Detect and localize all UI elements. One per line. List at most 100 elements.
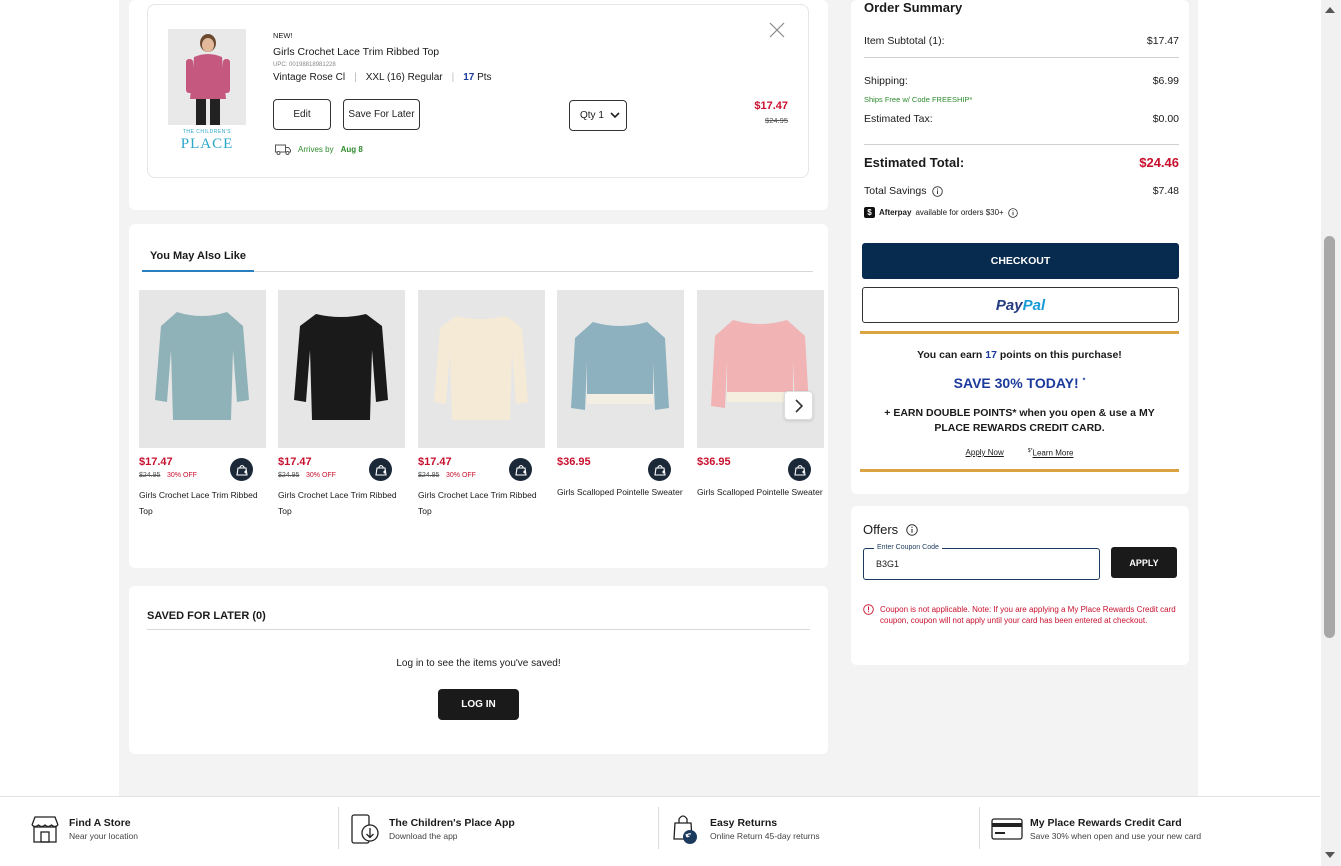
shipping-label: Shipping: bbox=[864, 75, 908, 87]
product-thumbnail[interactable] bbox=[418, 290, 545, 448]
savings-row: Total Savings $7.48 bbox=[864, 185, 1179, 197]
afterpay-brand: Afterpay bbox=[879, 208, 912, 217]
add-to-bag-button[interactable] bbox=[369, 458, 392, 481]
product-price: $36.95 bbox=[557, 456, 591, 468]
product-price: $36.95 bbox=[697, 456, 731, 468]
rewards-bottom-border bbox=[860, 469, 1179, 472]
brand-logo: THE CHILDREN'S PLACE bbox=[180, 129, 234, 152]
footer-subtitle: Online Return 45-day returns bbox=[710, 830, 820, 841]
scroll-up-arrow-icon[interactable] bbox=[1324, 6, 1336, 14]
returns-bag-icon bbox=[673, 814, 697, 844]
footer-app[interactable]: The Children's Place App Download the ap… bbox=[350, 797, 515, 860]
add-to-bag-button[interactable] bbox=[230, 458, 253, 481]
product-name[interactable]: Girls Crochet Lace Trim Ribbed Top bbox=[273, 46, 439, 58]
product-was-price: $24.95 bbox=[278, 472, 300, 479]
add-to-bag-button[interactable] bbox=[509, 458, 532, 481]
footer-subtitle: Near your location bbox=[69, 830, 138, 841]
product-discount: 30% OFF bbox=[167, 472, 197, 479]
product-card[interactable]: $17.47 $24.95 30% OFF Girls Crochet Lace… bbox=[139, 290, 266, 516]
product-card[interactable]: $17.47 $24.95 30% OFF Girls Crochet Lace… bbox=[418, 290, 545, 516]
attr-divider: | bbox=[451, 72, 455, 83]
tab-active-indicator bbox=[142, 270, 254, 272]
product-was-price: $24.95 bbox=[418, 472, 440, 479]
info-icon[interactable] bbox=[932, 185, 944, 197]
product-name[interactable]: Girls Scalloped Pointelle Sweater bbox=[557, 484, 684, 500]
product-discount: 30% OFF bbox=[306, 472, 336, 479]
saved-login-message: Log in to see the items you've saved! bbox=[396, 658, 561, 669]
product-image[interactable] bbox=[168, 29, 246, 125]
footer-title: The Children's Place App bbox=[389, 816, 515, 829]
cart-item: THE CHILDREN'S PLACE NEW! Girls Crochet … bbox=[147, 4, 809, 178]
product-upc: UPC: 00198818981228 bbox=[273, 62, 336, 68]
product-card[interactable]: $36.95 Girls Scalloped Pointelle Sweater bbox=[697, 290, 824, 497]
product-card[interactable]: $36.95 Girls Scalloped Pointelle Sweater bbox=[557, 290, 684, 497]
item-price: $17.47 bbox=[754, 100, 788, 112]
info-icon[interactable] bbox=[1007, 207, 1018, 218]
new-badge: NEW! bbox=[273, 31, 293, 40]
coupon-label: Enter Coupon Code bbox=[874, 544, 942, 551]
carousel-next-button[interactable] bbox=[784, 391, 813, 420]
product-thumbnail[interactable] bbox=[697, 290, 824, 448]
footer-divider bbox=[338, 807, 339, 849]
tax-value: $0.00 bbox=[1152, 113, 1179, 125]
footer-title: My Place Rewards Credit Card bbox=[1030, 816, 1182, 829]
product-name[interactable]: Girls Scalloped Pointelle Sweater bbox=[697, 484, 824, 500]
info-icon[interactable] bbox=[906, 523, 918, 536]
apply-now-link[interactable]: Apply Now bbox=[966, 448, 1004, 458]
item-was-price: $24.95 bbox=[765, 116, 788, 125]
order-summary-card: Order Summary Item Subtotal (1): $17.47 … bbox=[851, 0, 1189, 494]
add-to-bag-button[interactable] bbox=[648, 458, 671, 481]
footer-find-store[interactable]: Find A Store Near your location bbox=[30, 797, 138, 860]
savings-label: Total Savings bbox=[864, 185, 927, 197]
product-price: $17.47 bbox=[418, 456, 452, 468]
close-icon[interactable] bbox=[768, 21, 786, 39]
product-price: $17.47 bbox=[278, 456, 312, 468]
paypal-logo-pal: Pal bbox=[1022, 296, 1046, 314]
footer-title: Easy Returns bbox=[710, 816, 778, 829]
footer-title: Find A Store bbox=[69, 816, 131, 829]
add-to-bag-button[interactable] bbox=[788, 458, 811, 481]
login-button[interactable]: LOG IN bbox=[438, 689, 519, 720]
subtotal-value: $17.47 bbox=[1146, 35, 1179, 47]
quantity-select[interactable]: Qty 1 bbox=[569, 100, 627, 131]
scrollbar-thumb[interactable] bbox=[1324, 236, 1335, 638]
product-thumbnail[interactable] bbox=[278, 290, 405, 448]
footer-returns[interactable]: Easy Returns Online Return 45-day return… bbox=[672, 797, 820, 860]
saved-for-later-card: SAVED FOR LATER (0) Log in to see the it… bbox=[129, 586, 828, 754]
arrival-info: Arrives by Aug 8 bbox=[275, 144, 363, 155]
afterpay-text: available for orders $30+ bbox=[915, 208, 1004, 217]
coupon-error-message: Coupon is not applicable. Note: If you a… bbox=[880, 605, 1176, 625]
checkout-button[interactable]: CHECKOUT bbox=[862, 243, 1179, 279]
save-for-later-button[interactable]: Save For Later bbox=[343, 99, 420, 130]
product-thumbnail[interactable] bbox=[139, 290, 266, 448]
product-name[interactable]: Girls Crochet Lace Trim Ribbed Top bbox=[278, 487, 405, 519]
product-name[interactable]: Girls Crochet Lace Trim Ribbed Top bbox=[418, 487, 545, 519]
footer-credit-card[interactable]: My Place Rewards Credit Card Save 30% wh… bbox=[991, 797, 1201, 860]
bag-add-icon bbox=[793, 464, 806, 476]
page-scrollbar[interactable] bbox=[1321, 0, 1341, 866]
total-label: Estimated Total: bbox=[864, 155, 965, 170]
coupon-input[interactable]: Enter Coupon Code B3G1 bbox=[863, 544, 1100, 580]
tab-you-may-also-like[interactable]: You May Also Like bbox=[150, 250, 246, 262]
attr-divider: | bbox=[354, 72, 357, 83]
paypal-button[interactable]: Pay Pal bbox=[862, 287, 1179, 323]
savings-value: $7.48 bbox=[1152, 185, 1179, 197]
total-row: Estimated Total: $24.46 bbox=[864, 155, 1179, 170]
divider bbox=[147, 629, 810, 630]
product-size: XXL (16) Regular bbox=[365, 72, 443, 83]
saved-for-later-title: SAVED FOR LATER (0) bbox=[147, 610, 266, 622]
learn-more-link[interactable]: Learn More bbox=[1033, 449, 1074, 458]
afterpay-icon: $ bbox=[864, 207, 875, 218]
product-card[interactable]: $17.47 $24.95 30% OFF Girls Crochet Lace… bbox=[278, 290, 405, 516]
edit-button[interactable]: Edit bbox=[273, 99, 331, 130]
rewards-top-border bbox=[860, 331, 1179, 334]
product-thumbnail[interactable] bbox=[557, 290, 684, 448]
offers-card: Offers Enter Coupon Code B3G1 APPLY Coup… bbox=[851, 506, 1189, 665]
earn-points-text: You can earn 17 points on this purchase! bbox=[917, 349, 1122, 361]
shipping-row: Shipping: $6.99 bbox=[864, 75, 1179, 87]
product-name[interactable]: Girls Crochet Lace Trim Ribbed Top bbox=[139, 487, 266, 519]
apply-coupon-button[interactable]: APPLY bbox=[1111, 547, 1177, 578]
bag-add-icon bbox=[514, 464, 527, 476]
product-discount: 30% OFF bbox=[446, 472, 476, 479]
scroll-down-arrow-icon[interactable] bbox=[1324, 851, 1336, 859]
